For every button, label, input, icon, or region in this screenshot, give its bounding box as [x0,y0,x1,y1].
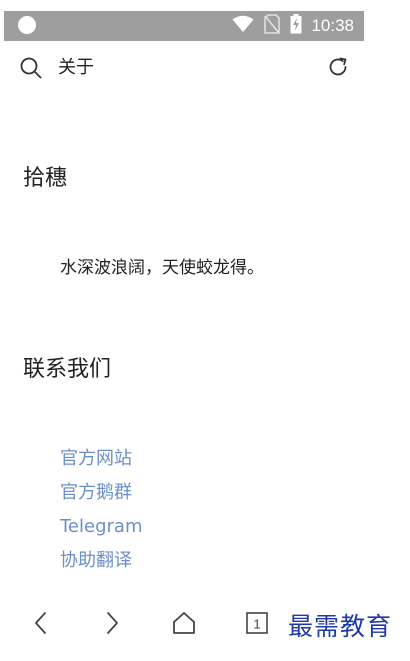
link-telegram[interactable]: Telegram [60,516,142,537]
watermark-logo: 最需教育 [288,612,393,641]
battery-charging-icon [290,14,302,38]
status-time: 10:38 [311,16,354,35]
status-bar: 10:38 [4,11,364,41]
about-text: 水深波浪阔，天使蛟龙得。 [60,258,264,278]
forward-icon[interactable] [97,608,127,638]
tab-count: 1 [253,617,260,632]
link-help-translate[interactable]: 协助翻译 [60,550,132,571]
list-item: Telegram [60,512,142,546]
list-item: 官方网站 [60,444,142,478]
contact-links: 官方网站 官方鹅群 Telegram 协助翻译 [60,444,142,580]
back-icon[interactable] [26,608,56,638]
list-item: 协助翻译 [60,546,142,580]
link-official-website[interactable]: 官方网站 [60,448,132,469]
notification-dot-icon [18,16,36,34]
page-title: 关于 [58,57,94,78]
link-official-group[interactable]: 官方鹅群 [60,482,132,503]
status-icons [232,14,302,38]
section-heading-about: 拾穗 [23,166,68,191]
wifi-icon [232,15,254,37]
tabs-icon[interactable]: 1 [242,608,272,638]
no-sim-icon [264,14,280,38]
list-item: 官方鹅群 [60,478,142,512]
section-heading-contact: 联系我们 [23,357,112,382]
refresh-icon[interactable] [327,56,349,78]
top-toolbar: 关于 [0,48,410,88]
home-icon[interactable] [169,608,199,638]
search-icon[interactable] [20,57,42,79]
